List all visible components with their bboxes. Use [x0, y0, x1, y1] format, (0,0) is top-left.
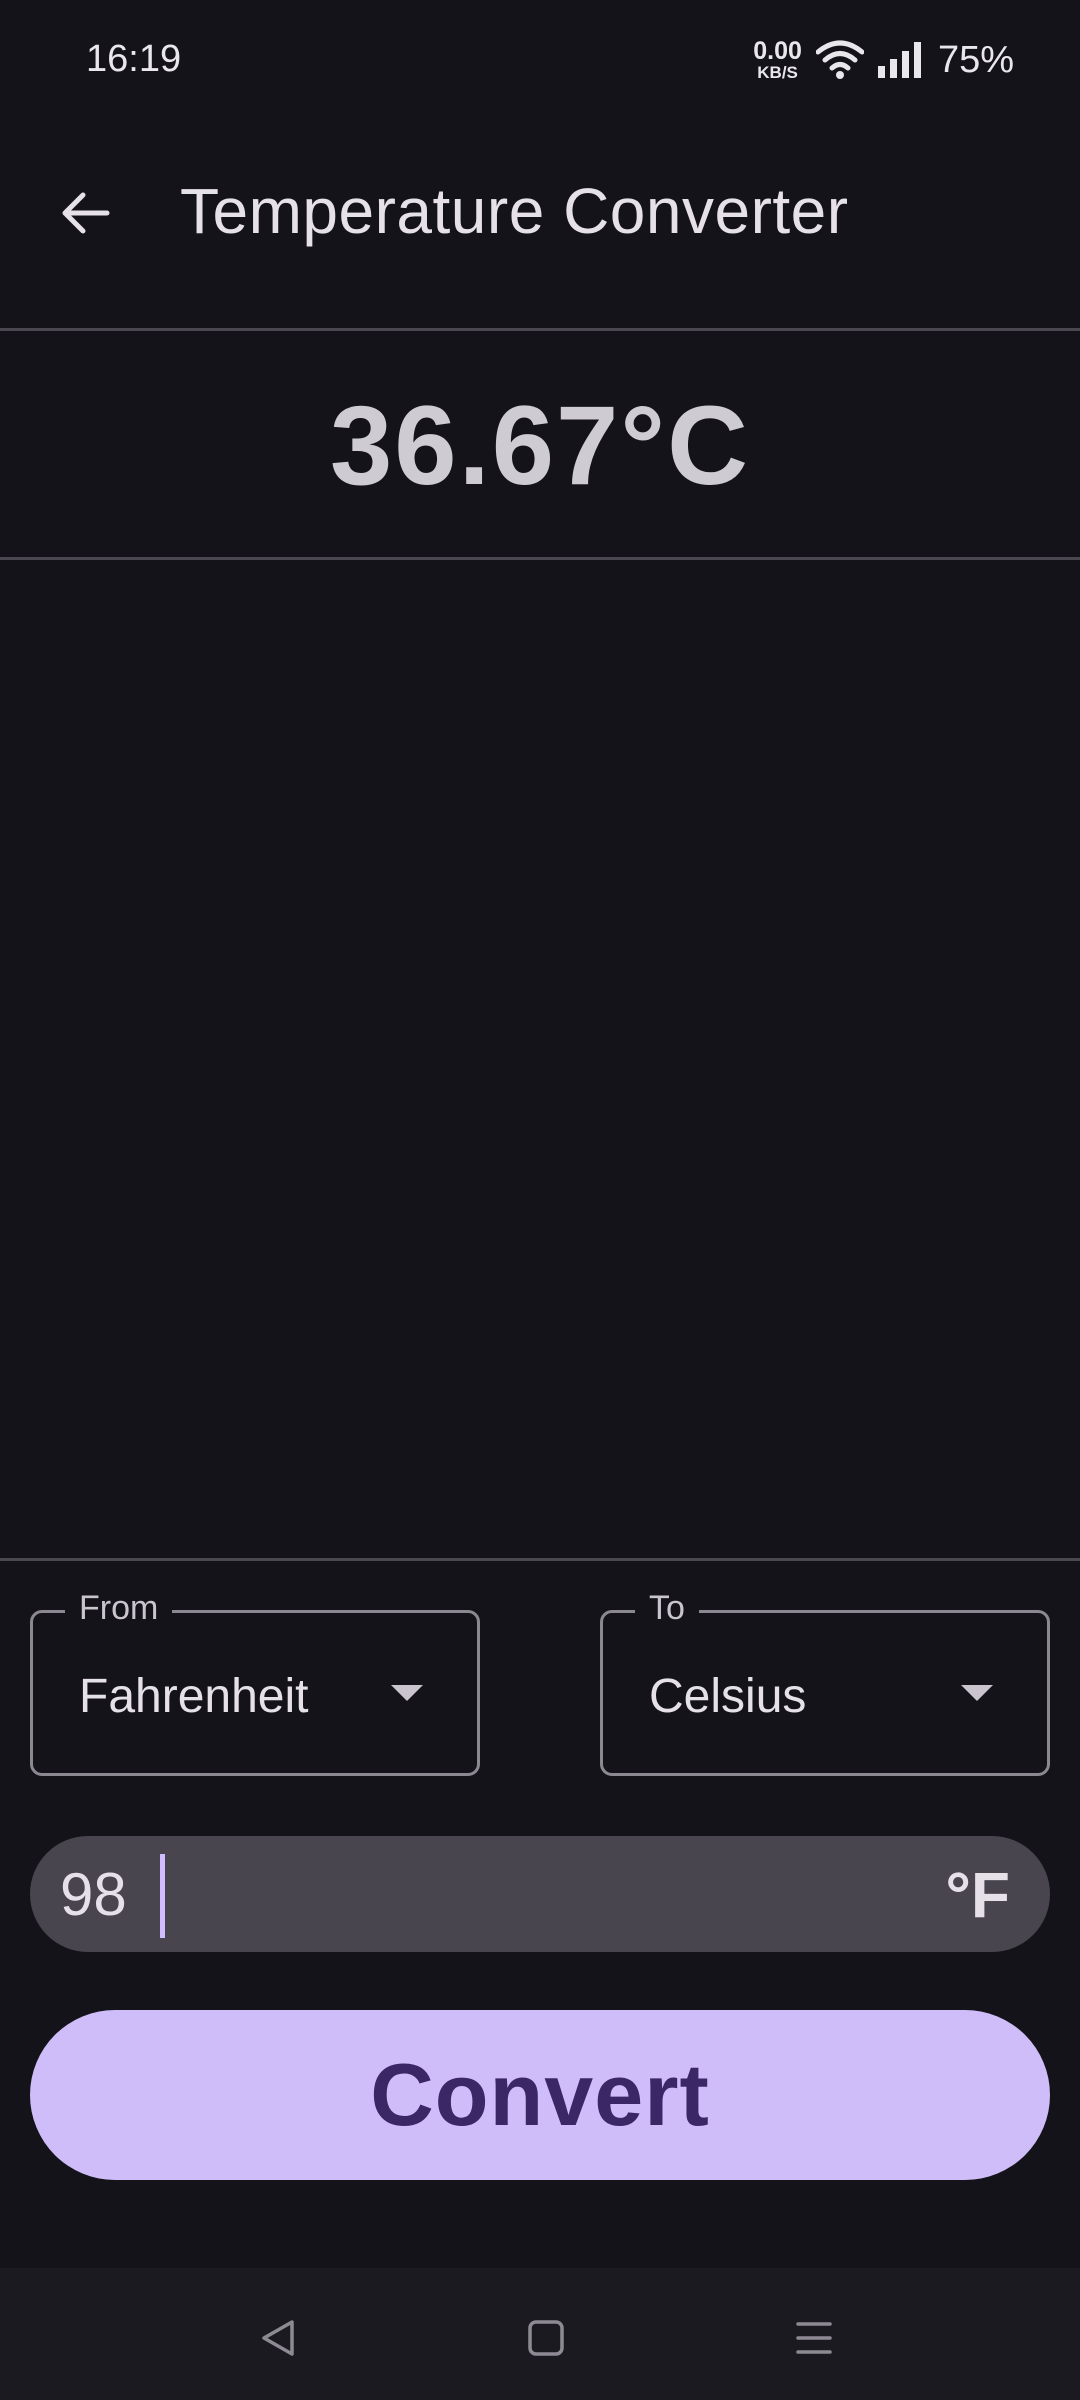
nav-home-button[interactable] [506, 2298, 586, 2378]
network-speed-unit: KB/S [757, 63, 798, 82]
status-icons: 0.00 KB/S 75% [753, 36, 1014, 84]
convert-button[interactable]: Convert [30, 2010, 1050, 2180]
divider-result [0, 557, 1080, 560]
temperature-input[interactable] [60, 1836, 940, 1952]
network-speed: 0.00 KB/S [753, 37, 802, 82]
app-bar: Temperature Converter [0, 140, 1080, 270]
wifi-icon [815, 40, 864, 79]
convert-button-label: Convert [370, 2045, 710, 2144]
temperature-input-container[interactable]: °F [30, 1836, 1050, 1952]
text-cursor [160, 1854, 165, 1938]
screen: 16:19 0.00 KB/S 75% Temperature Converte… [0, 0, 1080, 2400]
system-nav-bar [0, 2268, 1080, 2400]
back-button[interactable] [40, 168, 130, 258]
dropdown-arrow-icon [391, 1685, 423, 1701]
nav-back-button[interactable] [238, 2298, 318, 2378]
result-value: 36.67°C [330, 382, 750, 508]
from-unit-dropdown[interactable]: From Fahrenheit [30, 1589, 480, 1776]
page-title: Temperature Converter [180, 175, 849, 247]
home-square-icon [528, 2320, 564, 2356]
status-bar: 16:19 0.00 KB/S 75% [0, 0, 1080, 120]
status-time: 16:19 [86, 38, 182, 80]
divider-controls [0, 1558, 1080, 1561]
arrow-left-icon [62, 192, 110, 234]
to-unit-value: Celsius [649, 1670, 807, 1723]
network-speed-value: 0.00 [753, 37, 802, 65]
nav-recents-button[interactable] [774, 2298, 854, 2378]
to-unit-dropdown[interactable]: To Celsius [600, 1589, 1050, 1776]
result-display: 36.67°C [0, 330, 1080, 560]
to-unit-label: To [635, 1589, 699, 1628]
back-triangle-icon [262, 2320, 294, 2356]
recents-menu-icon [796, 2322, 832, 2354]
battery-level: 75% [937, 38, 1014, 81]
signal-icon [877, 42, 921, 78]
dropdown-arrow-icon [961, 1685, 993, 1701]
from-unit-value: Fahrenheit [79, 1670, 309, 1723]
input-unit-suffix: °F [945, 1859, 1010, 1931]
from-unit-label: From [65, 1589, 173, 1628]
